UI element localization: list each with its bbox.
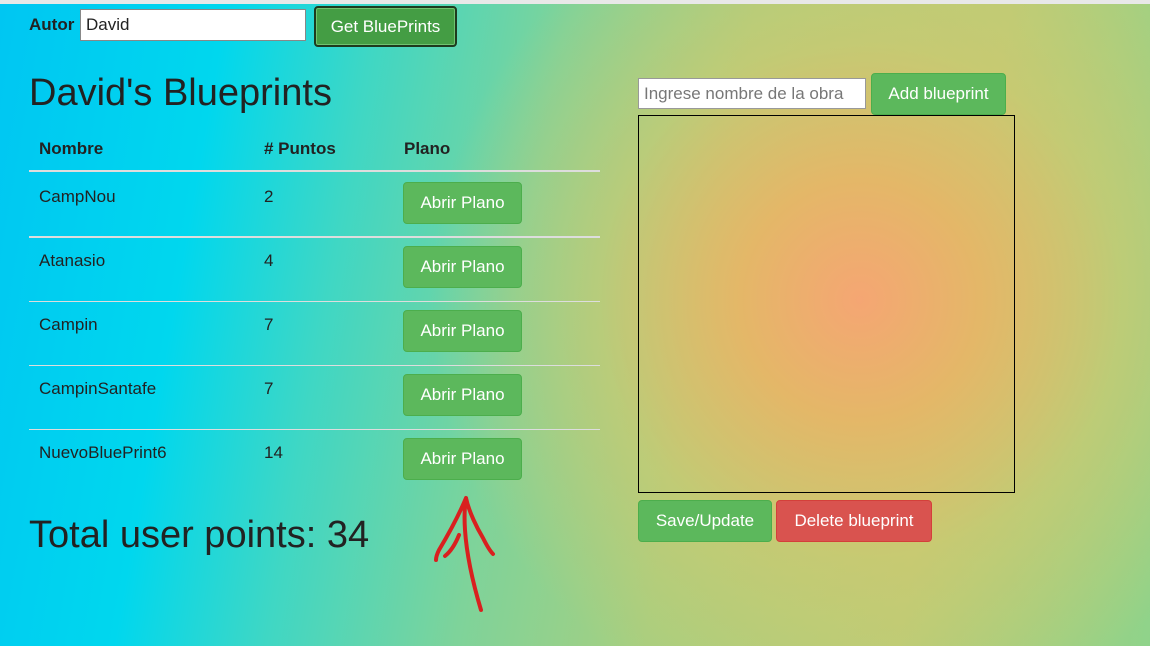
blueprint-points: 14	[264, 443, 283, 462]
total-points: Total user points: 34	[29, 514, 370, 556]
open-plan-button[interactable]: Abrir Plano	[403, 310, 522, 352]
page-title: David's Blueprints	[29, 72, 332, 114]
blueprint-name: CampNou	[39, 187, 116, 206]
table-row: CampNou 2 Abrir Plano	[29, 174, 600, 238]
blueprint-name: Campin	[39, 315, 98, 334]
author-input[interactable]	[80, 9, 306, 41]
blueprint-name: CampinSantafe	[39, 379, 157, 398]
table-row: Atanasio 4 Abrir Plano	[29, 238, 600, 302]
top-border	[0, 0, 1150, 4]
get-blueprints-button[interactable]: Get BluePrints	[314, 6, 457, 47]
blueprint-canvas[interactable]	[638, 115, 1015, 493]
blueprint-points: 7	[264, 379, 274, 398]
blueprint-name-input[interactable]	[638, 78, 866, 109]
column-header-puntos: # Puntos	[264, 139, 336, 158]
delete-blueprint-button[interactable]: Delete blueprint	[776, 500, 932, 542]
blueprint-points: 2	[264, 187, 274, 206]
open-plan-button[interactable]: Abrir Plano	[403, 182, 522, 224]
table-row: NuevoBluePrint6 14 Abrir Plano	[29, 430, 600, 494]
blueprint-points: 4	[264, 251, 274, 270]
table-row: Campin 7 Abrir Plano	[29, 302, 600, 366]
blueprint-name: NuevoBluePrint6	[39, 443, 167, 462]
table-row: CampinSantafe 7 Abrir Plano	[29, 366, 600, 430]
annotation-arrow-icon	[434, 496, 495, 612]
open-plan-button[interactable]: Abrir Plano	[403, 438, 522, 480]
blueprint-points: 7	[264, 315, 274, 334]
save-update-button[interactable]: Save/Update	[638, 500, 772, 542]
blueprint-name: Atanasio	[39, 251, 106, 270]
table-header-rule	[29, 170, 600, 172]
open-plan-button[interactable]: Abrir Plano	[403, 374, 522, 416]
column-header-nombre: Nombre	[39, 139, 104, 158]
open-plan-button[interactable]: Abrir Plano	[403, 246, 522, 288]
author-label: Autor	[29, 15, 75, 34]
add-blueprint-button[interactable]: Add blueprint	[871, 73, 1006, 115]
column-header-plano: Plano	[404, 139, 451, 158]
